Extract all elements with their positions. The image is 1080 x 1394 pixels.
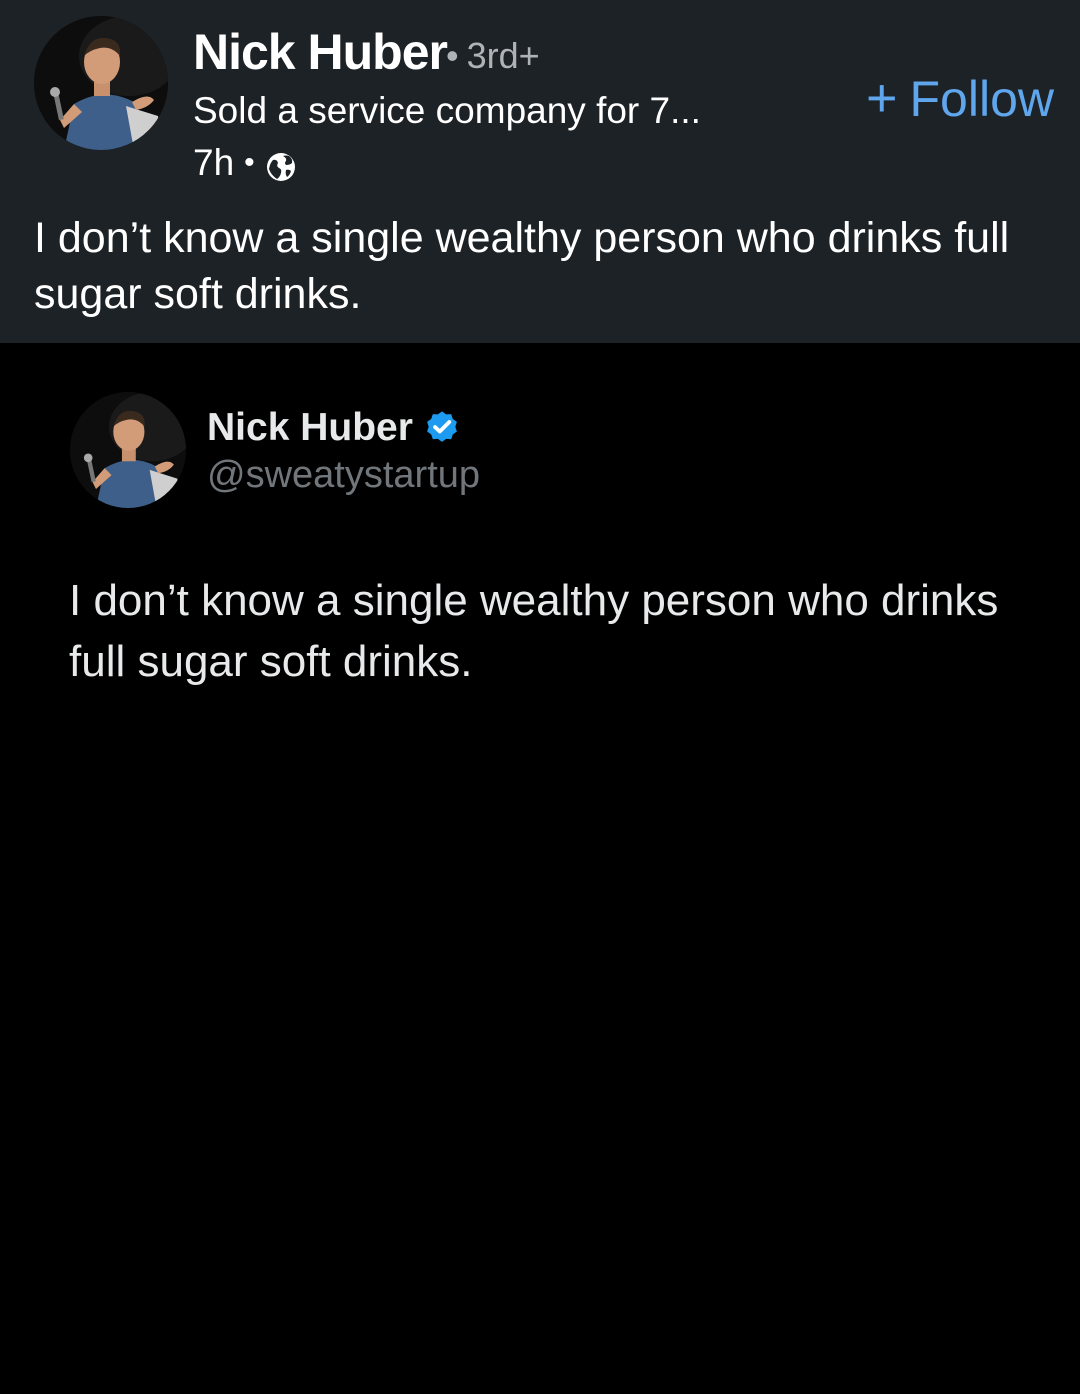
post-image[interactable] (0, 343, 1080, 1394)
connection-degree: • 3rd+ (446, 34, 540, 78)
post-time: 7h (193, 142, 235, 183)
tweet-text: I don’t know a single wealthy person who… (69, 576, 999, 686)
degree-label: 3rd+ (466, 35, 540, 76)
follow-button[interactable]: + Follow (866, 68, 1054, 129)
meta-separator: • (244, 146, 255, 179)
post-meta: 7h • (193, 140, 297, 186)
author-headline: Sold a service company for 7... (193, 90, 701, 131)
follow-label: Follow (909, 71, 1054, 127)
tweet-author-name-text: Nick Huber (207, 406, 413, 449)
avatar-photo (34, 16, 168, 150)
page: Nick Huber • 3rd+ Sold a service company … (0, 0, 1080, 1394)
tweet-author-name: Nick Huber (207, 404, 461, 452)
globe-icon (265, 150, 297, 182)
tweet-avatar (70, 392, 186, 508)
tweet-handle: @sweatystartup (207, 454, 481, 496)
author-name[interactable]: Nick Huber (193, 22, 448, 82)
tweet-avatar-photo (70, 392, 186, 508)
degree-separator: • (446, 35, 459, 76)
verified-badge-icon (427, 411, 457, 442)
plus-icon: + (865, 68, 898, 128)
post-text: I don’t know a single wealthy person who… (34, 214, 1010, 318)
post-card: Nick Huber • 3rd+ Sold a service company … (0, 0, 1080, 343)
author-avatar[interactable] (34, 16, 168, 150)
